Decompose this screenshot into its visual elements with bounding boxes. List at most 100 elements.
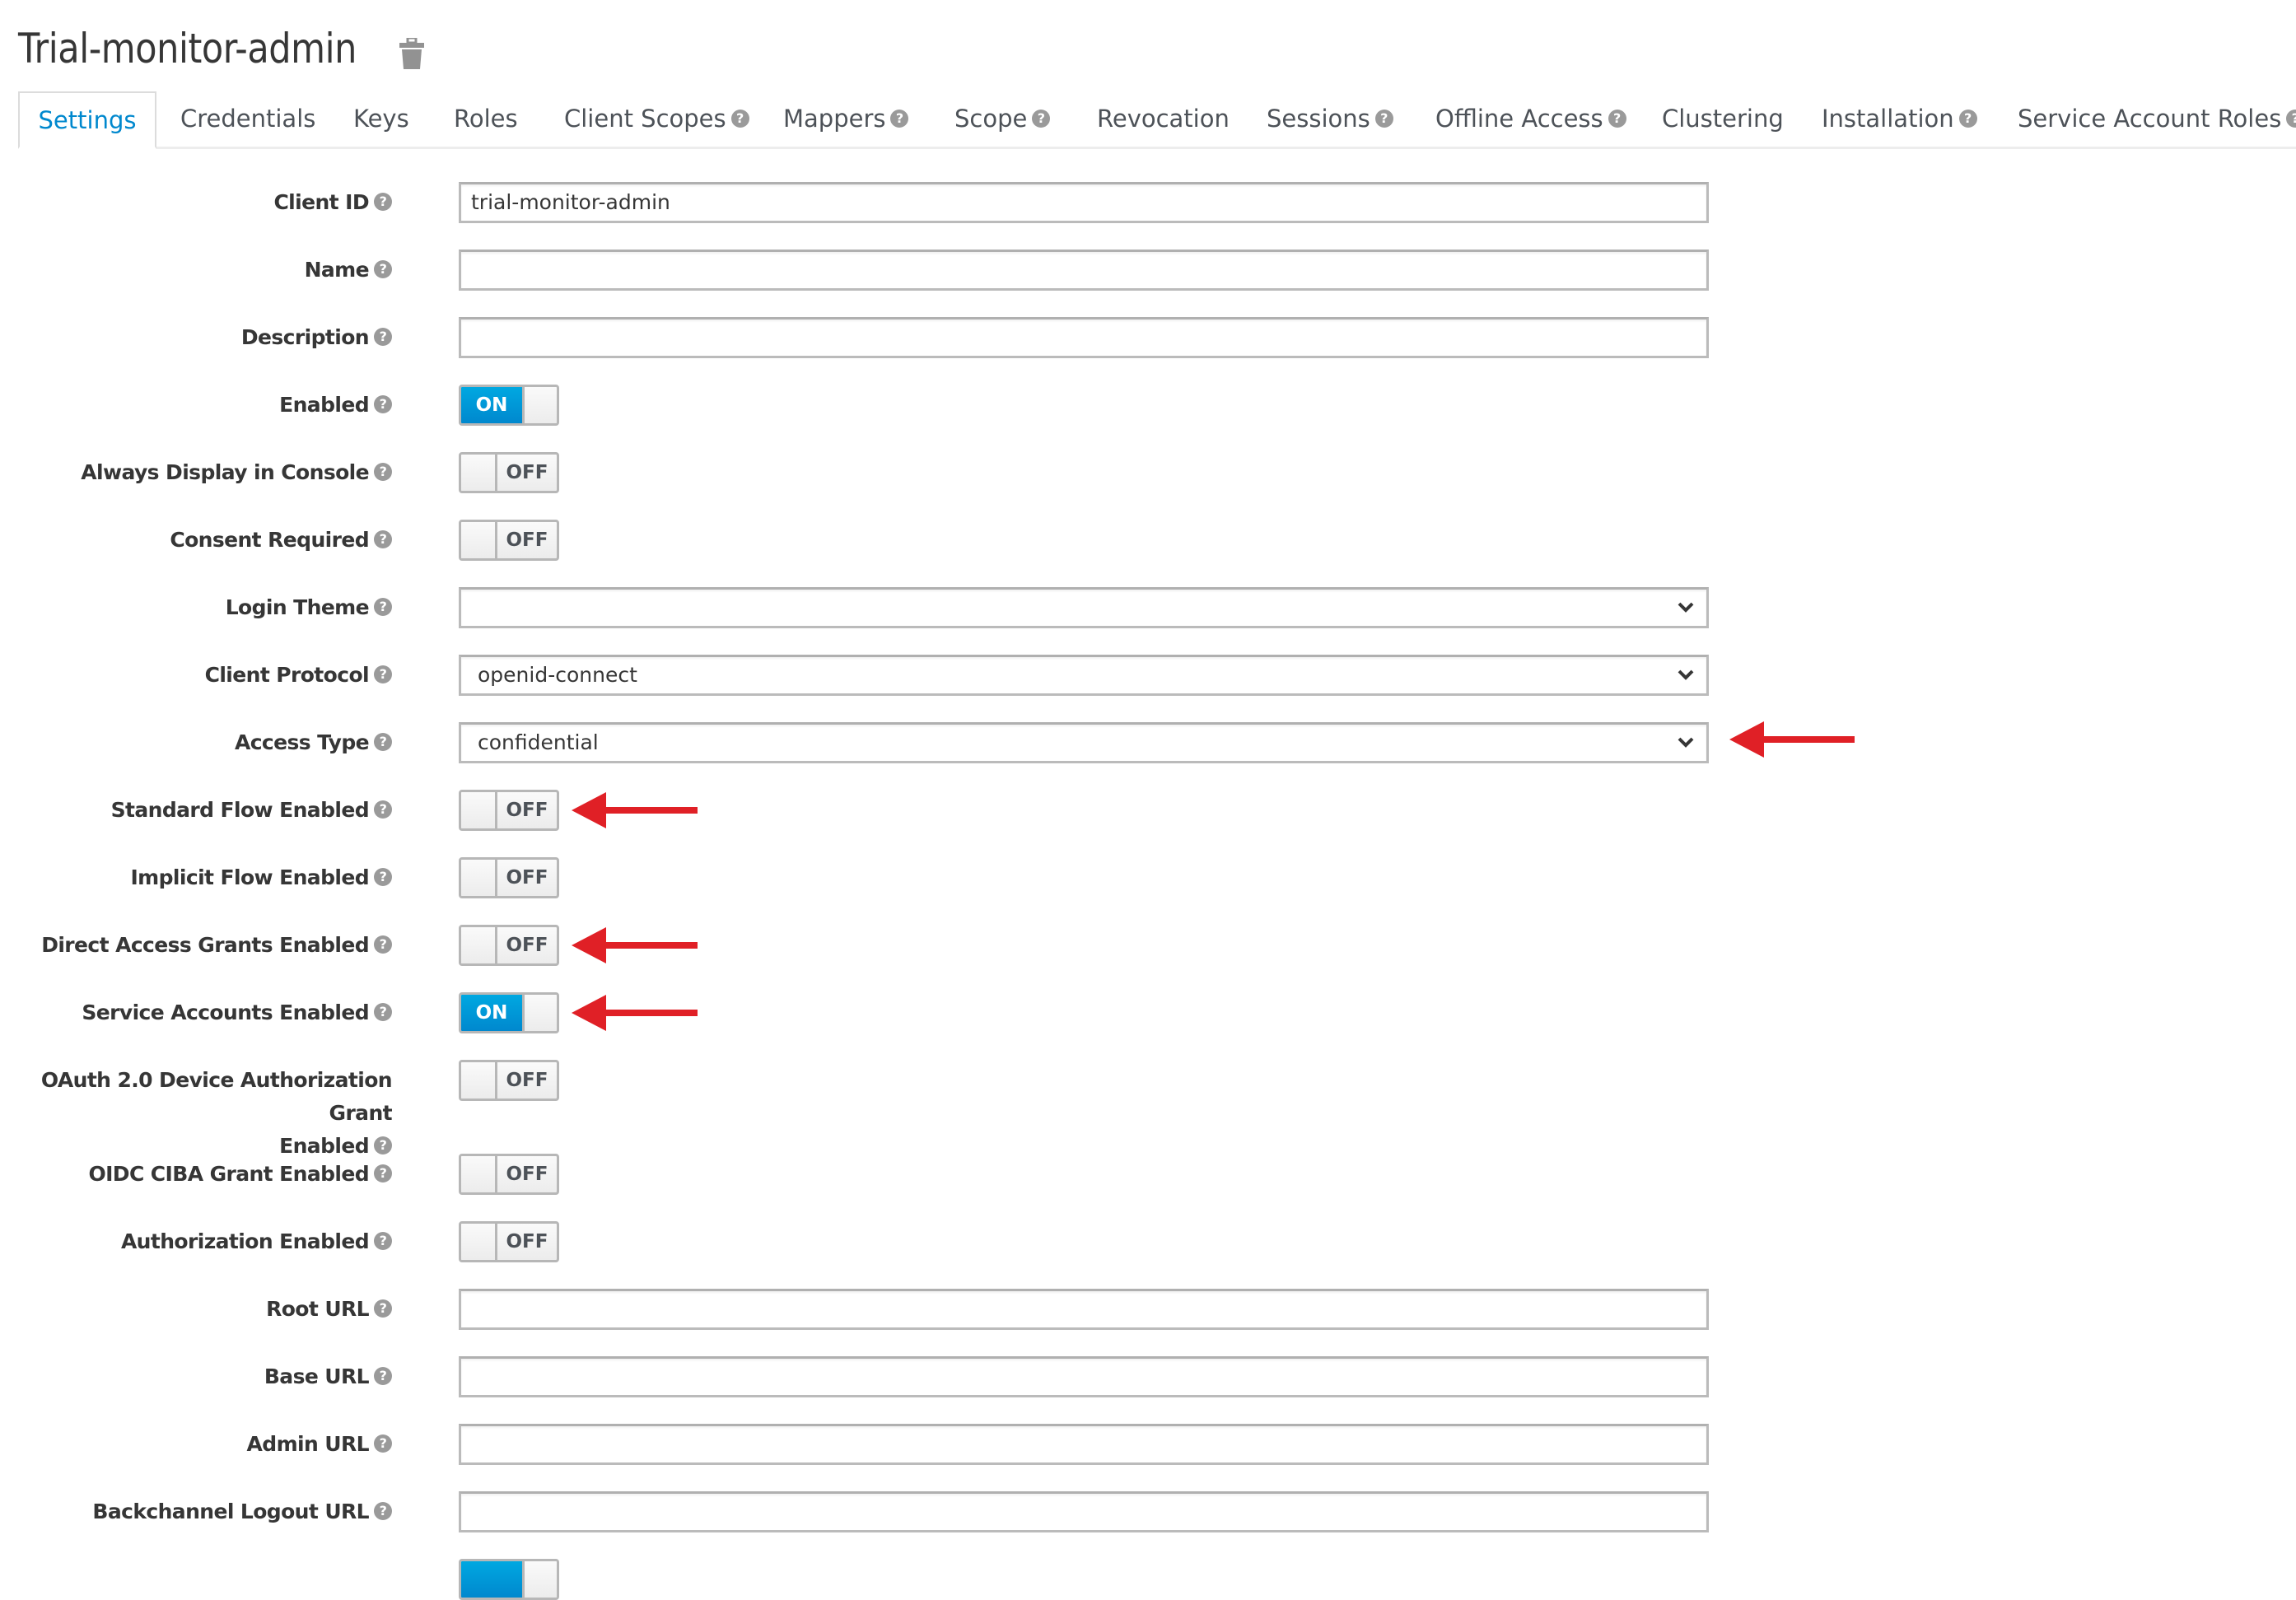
help-icon[interactable]: ? (374, 1299, 392, 1318)
toggle-handle (461, 1224, 497, 1260)
annotation-arrow-standard-flow (572, 792, 698, 828)
tab-clustering[interactable]: Clustering (1662, 91, 1784, 147)
tab-sessions[interactable]: Sessions? (1267, 91, 1393, 147)
toggle-state: OFF (506, 529, 548, 551)
authorization-toggle[interactable]: OFF (459, 1221, 559, 1262)
annotation-arrow-access-type (1729, 721, 1855, 758)
tab-settings[interactable]: Settings (18, 91, 156, 149)
service-accounts-label: Service Accounts Enabled? (82, 992, 392, 1033)
admin-url-label: Admin URL? (247, 1424, 392, 1465)
toggle-state: OFF (506, 867, 548, 889)
help-icon[interactable]: ? (890, 110, 909, 128)
description-input[interactable] (459, 317, 1709, 358)
help-icon[interactable]: ? (374, 193, 392, 211)
help-icon[interactable]: ? (374, 530, 392, 548)
chevron-down-icon (1678, 602, 1694, 613)
implicit-flow-label: Implicit Flow Enabled? (130, 857, 392, 898)
tab-service-account-roles[interactable]: Service Account Roles? (2018, 91, 2296, 147)
base-url-input[interactable] (459, 1356, 1709, 1397)
form-row-next-partial (0, 1559, 2296, 1600)
help-icon[interactable]: ? (374, 800, 392, 819)
toggle-state (461, 1561, 522, 1598)
help-icon[interactable]: ? (1958, 110, 1977, 128)
client-id-input[interactable]: trial-monitor-admin (459, 182, 1709, 223)
toggle-handle (461, 455, 497, 491)
form-row-description: Description? (0, 317, 2296, 358)
tab-client-scopes[interactable]: Client Scopes? (564, 91, 749, 147)
toggle-state: ON (461, 995, 522, 1031)
help-icon[interactable]: ? (374, 1502, 392, 1520)
help-icon[interactable]: ? (1032, 110, 1051, 128)
tab-offline-access[interactable]: Offline Access? (1435, 91, 1626, 147)
tab-roles[interactable]: Roles (454, 91, 518, 147)
tab-keys[interactable]: Keys (353, 91, 409, 147)
tab-revocation[interactable]: Revocation (1097, 91, 1230, 147)
help-icon[interactable]: ? (374, 868, 392, 886)
form-row-root-url: Root URL? (0, 1289, 2296, 1330)
form-row-admin-url: Admin URL? (0, 1424, 2296, 1465)
form-row-backchannel-logout-url: Backchannel Logout URL? (0, 1491, 2296, 1532)
form-row-client-id: Client ID? trial-monitor-admin (0, 182, 2296, 223)
backchannel-logout-url-input[interactable] (459, 1491, 1709, 1532)
form-row-direct-access: Direct Access Grants Enabled? OFF (0, 925, 2296, 966)
form-row-oidc-ciba: OIDC CIBA Grant Enabled? OFF (0, 1154, 2296, 1195)
admin-url-input[interactable] (459, 1424, 1709, 1465)
form-row-base-url: Base URL? (0, 1356, 2296, 1397)
next-toggle-partial[interactable] (459, 1559, 559, 1600)
form-row-name: Name? (0, 250, 2296, 291)
oidc-ciba-toggle[interactable]: OFF (459, 1154, 559, 1195)
toggle-handle (522, 1561, 557, 1598)
client-protocol-select[interactable]: openid-connect (459, 655, 1709, 696)
trash-icon[interactable] (399, 38, 424, 69)
help-icon[interactable]: ? (1374, 110, 1393, 128)
tab-credentials[interactable]: Credentials (180, 91, 315, 147)
direct-access-toggle[interactable]: OFF (459, 925, 559, 966)
chevron-down-icon (1678, 669, 1694, 680)
base-url-label: Base URL? (264, 1356, 392, 1397)
tab-scope[interactable]: Scope? (954, 91, 1051, 147)
standard-flow-toggle[interactable]: OFF (459, 790, 559, 831)
form-row-always-display: Always Display in Console? OFF (0, 452, 2296, 493)
tab-mappers[interactable]: Mappers? (783, 91, 909, 147)
help-icon[interactable]: ? (374, 598, 392, 616)
always-display-toggle[interactable]: OFF (459, 452, 559, 493)
help-icon[interactable]: ? (374, 733, 392, 751)
help-icon[interactable]: ? (374, 1164, 392, 1183)
tab-installation[interactable]: Installation? (1822, 91, 1977, 147)
consent-required-toggle[interactable]: OFF (459, 520, 559, 561)
help-icon[interactable]: ? (374, 1136, 392, 1155)
help-icon[interactable]: ? (2286, 110, 2296, 128)
login-theme-label: Login Theme? (226, 587, 392, 628)
help-icon[interactable]: ? (374, 1434, 392, 1453)
form-row-authorization: Authorization Enabled? OFF (0, 1221, 2296, 1262)
toggle-handle (522, 995, 557, 1031)
oauth-device-toggle[interactable]: OFF (459, 1060, 559, 1101)
help-icon[interactable]: ? (374, 260, 392, 278)
name-label: Name? (305, 250, 392, 291)
help-icon[interactable]: ? (1608, 110, 1626, 128)
toggle-state: OFF (506, 935, 548, 956)
enabled-toggle[interactable]: ON (459, 385, 559, 426)
toggle-handle (461, 1062, 497, 1099)
form-row-enabled: Enabled? ON (0, 385, 2296, 426)
help-icon[interactable]: ? (374, 935, 392, 954)
help-icon[interactable]: ? (374, 1367, 392, 1385)
help-icon[interactable]: ? (374, 1003, 392, 1021)
login-theme-select[interactable] (459, 587, 1709, 628)
select-value: openid-connect (478, 663, 637, 687)
form-row-oauth-device: OAuth 2.0 Device Authorization Grant Enab… (0, 1060, 2296, 1158)
service-accounts-toggle[interactable]: ON (459, 992, 559, 1033)
help-icon[interactable]: ? (374, 665, 392, 683)
help-icon[interactable]: ? (730, 110, 749, 128)
help-icon[interactable]: ? (374, 328, 392, 346)
form-row-standard-flow: Standard Flow Enabled? OFF (0, 790, 2296, 831)
implicit-flow-toggle[interactable]: OFF (459, 857, 559, 898)
help-icon[interactable]: ? (374, 463, 392, 481)
help-icon[interactable]: ? (374, 1232, 392, 1250)
name-input[interactable] (459, 250, 1709, 291)
root-url-input[interactable] (459, 1289, 1709, 1330)
authorization-label: Authorization Enabled? (121, 1221, 392, 1262)
access-type-select[interactable]: confidential (459, 722, 1709, 763)
help-icon[interactable]: ? (374, 395, 392, 413)
select-value: confidential (478, 730, 599, 754)
